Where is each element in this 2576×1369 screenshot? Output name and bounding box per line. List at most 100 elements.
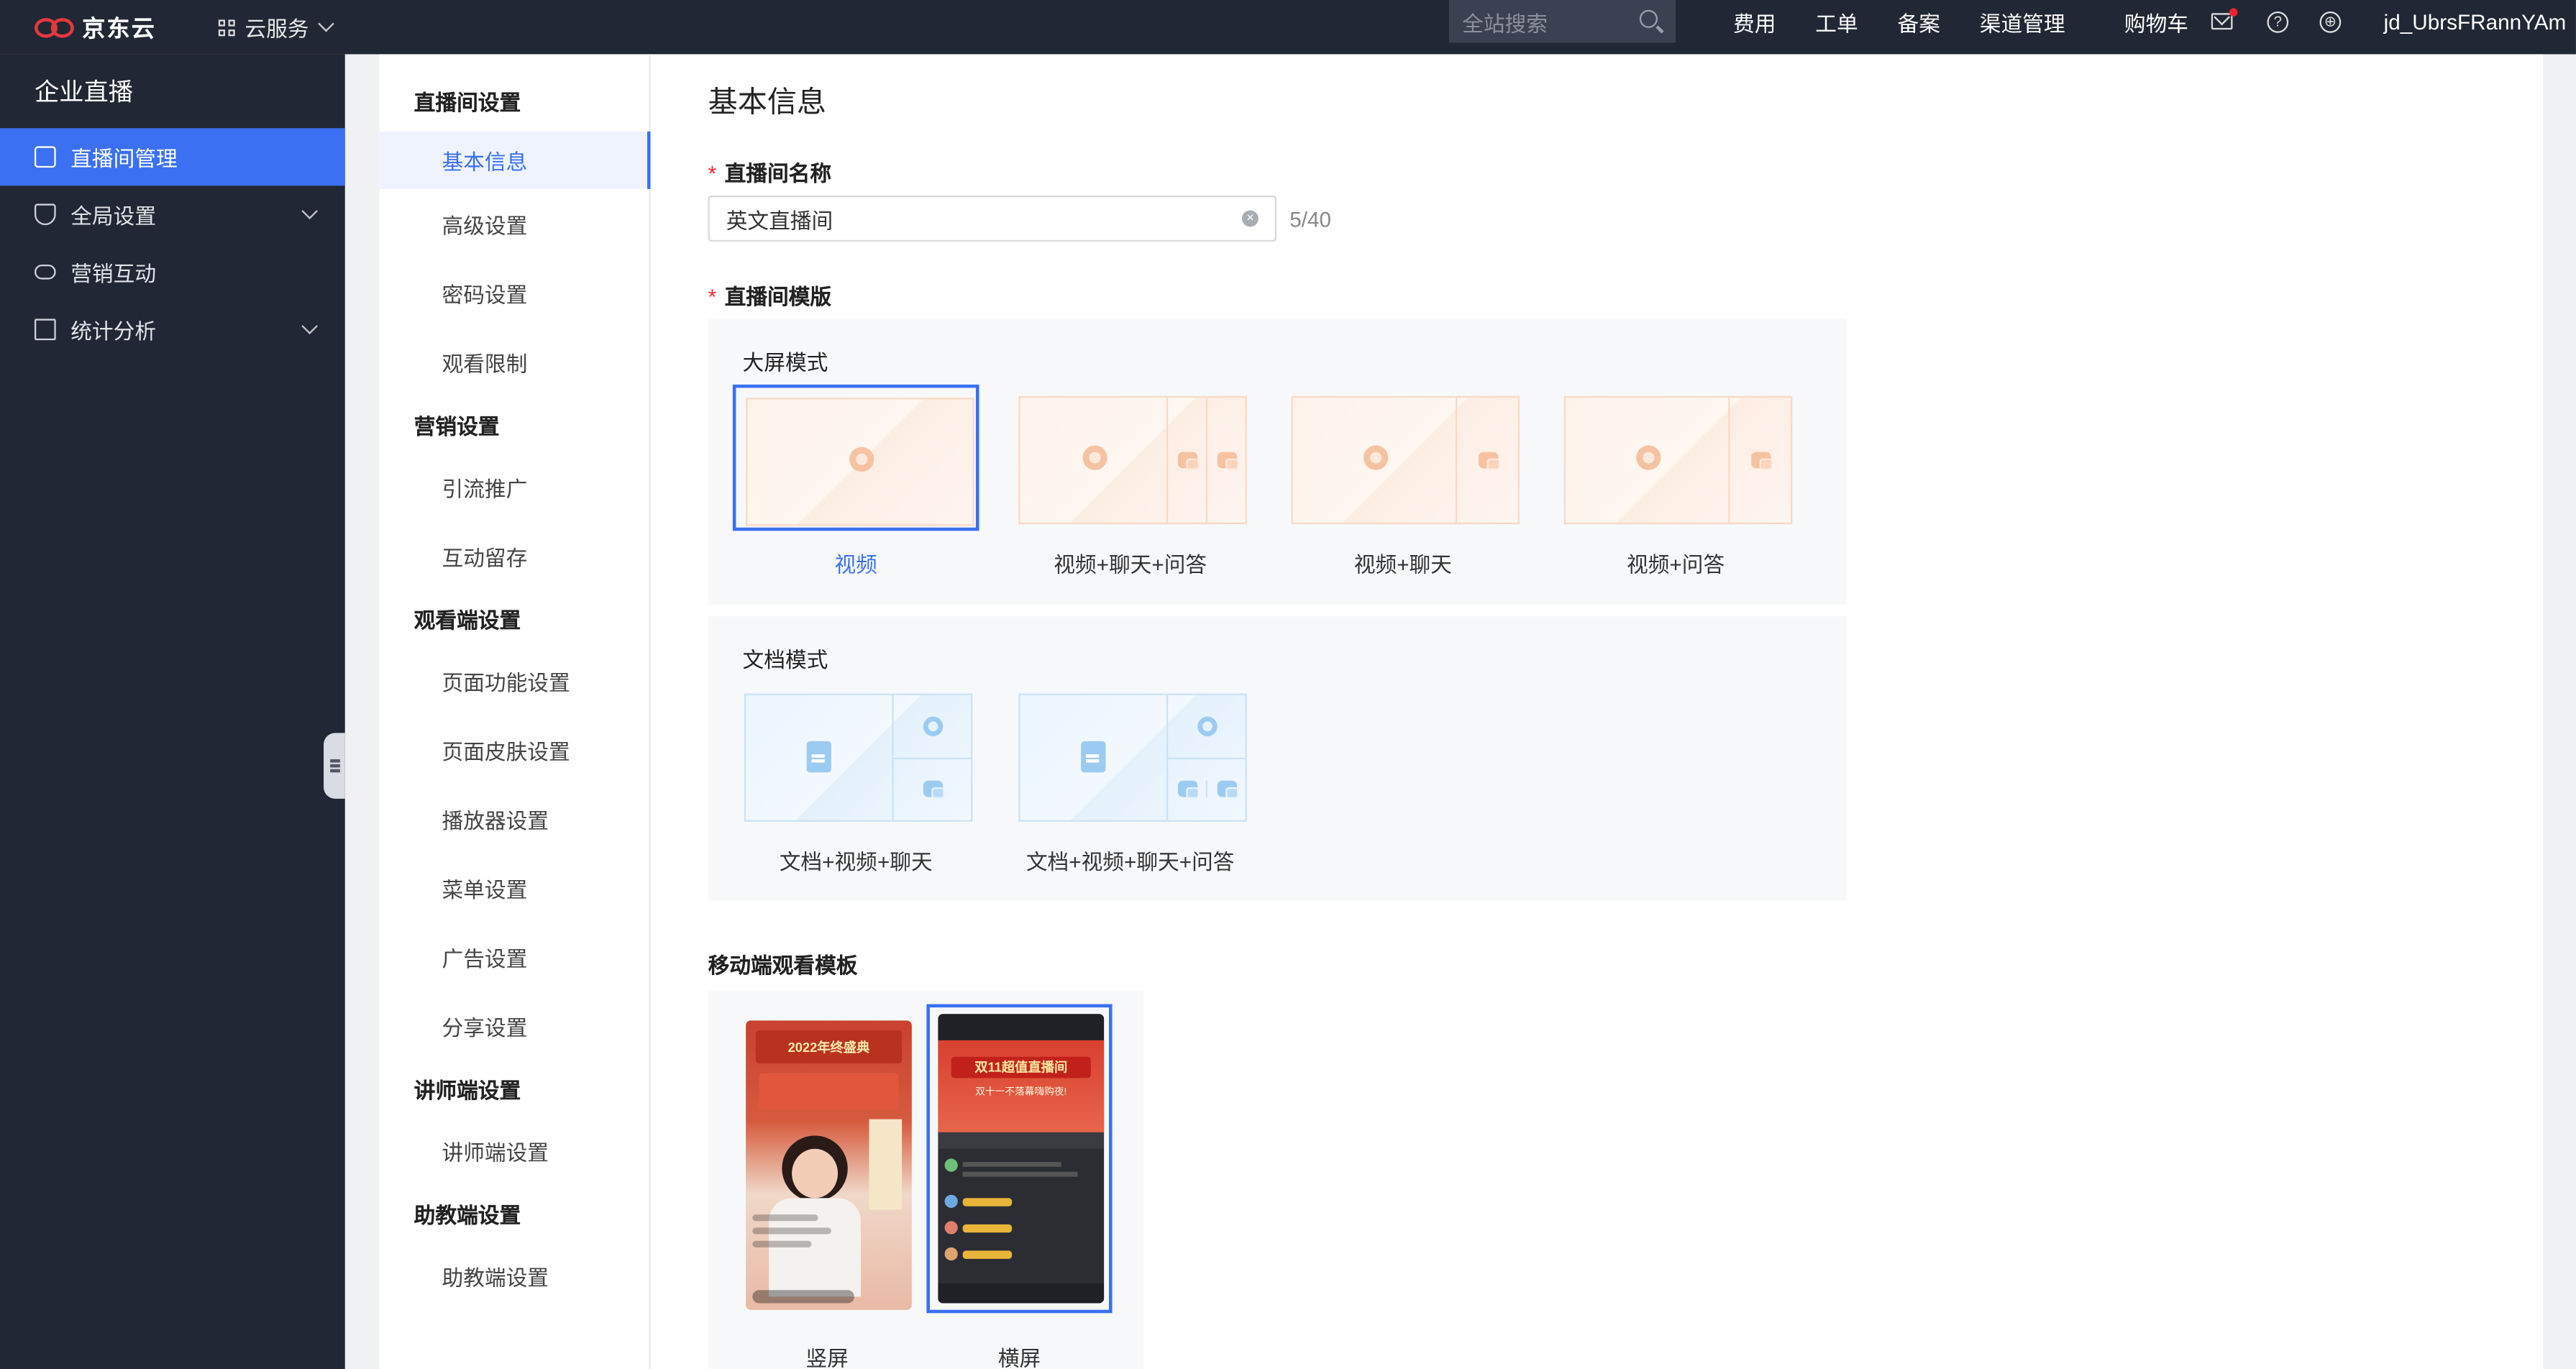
page-title: 基本信息 [708,85,827,119]
mobile-template-panel: 2022年终盛典 竖屏 双11超值直播间 双十一不落幕嗨购夜! 横屏 [708,991,1143,1369]
top-link-ticket[interactable]: 工单 [1815,6,1858,37]
search-icon[interactable] [1639,9,1658,28]
layout-icon [34,146,56,168]
chevron-down-icon [318,15,334,32]
chevron-down-icon [301,203,318,220]
template-label: 视频 [834,551,877,577]
landscape-subtitle: 双十一不落幕嗨购夜! [975,1088,1067,1098]
camera-icon [1635,445,1661,470]
landscape-banner: 双11超值直播间 [951,1056,1091,1079]
template-thumbnail [1280,385,1527,531]
room-name-input[interactable]: 英文直播间 × [708,195,1276,242]
subnav-item-basic-info[interactable]: 基本信息 [379,131,651,189]
template-label: 视频+聊天 [1353,551,1452,577]
chevron-down-icon [301,318,318,335]
nav-item-global-settings[interactable]: 全局设置 [0,186,345,243]
subnav-item-advanced[interactable]: 高级设置 [380,189,649,258]
template-label: 文档+视频+聊天+问答 [1026,849,1235,874]
camera-icon [1082,445,1107,470]
doc-icon [34,319,56,341]
mail-icon[interactable] [2211,8,2238,30]
nav-item-label: 营销互动 [70,261,157,286]
nav-item-label: 直播间管理 [70,146,178,171]
subnav-item-share[interactable]: 分享设置 [380,991,649,1060]
required-mark: * [708,284,717,309]
subnav-group-room: 直播间设置 [414,89,521,114]
template-thumbnail [733,682,979,828]
nav-item-label: 全局设置 [70,203,157,229]
template-label: 视频+聊天+问答 [1054,551,1207,577]
chat-icon [1177,452,1199,470]
char-counter: 5/40 [1289,206,1332,232]
subnav-item-player[interactable]: 播放器设置 [380,784,649,853]
chat-icon [1177,781,1199,800]
template-thumbnail: 双11超值直播间 双十一不落幕嗨购夜! [926,1004,1113,1314]
subnav-item-lecturer[interactable]: 讲师端设置 [380,1116,649,1185]
required-mark: * [708,160,717,186]
template-thumbnail [1007,682,1253,828]
subnav-item-menu[interactable]: 菜单设置 [380,853,649,922]
template-thumbnail [1007,385,1253,531]
sidebar-collapse-handle[interactable] [324,733,345,799]
template-label: 视频+问答 [1627,551,1725,577]
top-link-cost[interactable]: 费用 [1733,6,1776,37]
nav-item-marketing[interactable]: 营销互动 [0,243,345,301]
clear-icon[interactable]: × [1242,210,1259,227]
top-bar: 京东云 云服务 全站搜索 费用 工单 备案 渠道管理 购物车 ? ⊕ jd_Ub… [0,0,2576,55]
qa-icon [1216,452,1238,470]
template-label: 竖屏 [805,1345,849,1369]
template-label: * 直播间模版 [708,284,832,309]
subnav-group-marketing: 营销设置 [414,413,500,439]
big-screen-mode-panel: 大屏模式 视频 视频+聊天+问答 视频+聊天 视频+问答 [708,319,1847,605]
subnav-item-page-function[interactable]: 页面功能设置 [380,646,649,715]
shield-icon [34,203,56,226]
product-title: 企业直播 [34,78,134,107]
top-link-channel[interactable]: 渠道管理 [1980,6,2065,37]
nav-item-label: 统计分析 [70,319,157,344]
mobile-template-title: 移动端观看模板 [708,953,858,978]
camera-icon [1197,715,1217,736]
subnav-group-lecturer: 讲师端设置 [414,1077,521,1102]
big-screen-title: 大屏模式 [742,349,828,375]
cloud-icon [34,264,56,280]
camera-icon [848,447,874,472]
template-thumbnail [732,384,979,531]
user-account[interactable]: jd_UbrsFRannYAm [2384,0,2567,42]
room-name-value: 英文直播间 [726,208,833,233]
subnav-item-traffic[interactable]: 引流推广 [380,452,649,521]
nav-item-room-management[interactable]: 直播间管理 [0,128,345,186]
help-icon[interactable]: ? [2267,10,2289,32]
top-link-filing[interactable]: 备案 [1898,6,1940,37]
notification-dot [2229,8,2238,17]
top-link-cart[interactable]: 购物车 [2124,6,2188,37]
chat-icon [1477,452,1499,470]
subnav-group-viewer: 观看端设置 [414,607,521,632]
grid-icon [218,19,235,36]
qa-icon [1216,781,1238,800]
subnav-item-ads[interactable]: 广告设置 [380,922,649,991]
jd-cloud-logo[interactable]: 京东云 [34,11,215,44]
document-icon [805,741,831,773]
nav-item-statistics[interactable]: 统计分析 [0,301,345,358]
doc-mode-panel: 文档模式 文档+视频+聊天 文档+视频+聊天+问答 [708,616,1847,901]
room-name-label: * 直播间名称 [708,160,832,186]
portrait-preview-image: 2022年终盛典 [746,1020,912,1310]
qa-icon [1750,452,1772,470]
subnav-item-assistant[interactable]: 助教端设置 [380,1241,649,1310]
subnav-group-assistant: 助教端设置 [414,1201,521,1227]
cloud-services-label: 云服务 [245,16,309,42]
subnav-item-page-skin[interactable]: 页面皮肤设置 [380,715,649,784]
search-placeholder: 全站搜索 [1462,10,1548,36]
chat-icon [922,781,944,800]
cloud-services-menu[interactable]: 云服务 [218,12,334,42]
subnav-item-retention[interactable]: 互动留存 [380,521,649,590]
landscape-preview-image: 双11超值直播间 双十一不落幕嗨购夜! [938,1014,1105,1304]
logo-text: 京东云 [82,14,157,40]
subnav-item-password[interactable]: 密码设置 [380,258,649,327]
portrait-banner: 2022年终盛典 [755,1030,903,1063]
template-thumbnail: 2022年终盛典 [734,1011,920,1320]
globe-icon[interactable]: ⊕ [2319,10,2342,32]
template-label: 横屏 [997,1345,1041,1369]
subnav-item-view-limit[interactable]: 观看限制 [380,327,649,396]
global-search-input[interactable]: 全站搜索 [1448,0,1676,43]
